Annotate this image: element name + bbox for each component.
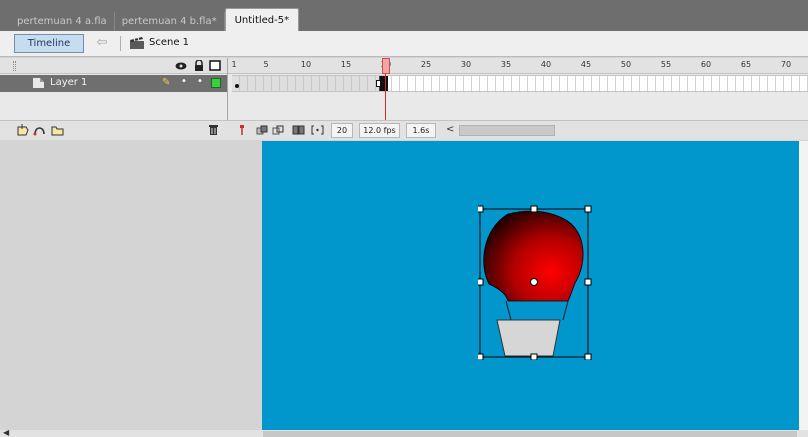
work-area: ◀ — [0, 141, 808, 437]
lock-dot-icon[interactable]: • — [197, 76, 203, 87]
edit-multiple-frames-icon[interactable] — [292, 124, 305, 136]
ruler-label: 55 — [660, 60, 672, 69]
onion-skin-outlines-icon[interactable] — [272, 124, 285, 136]
ruler-label: 50 — [620, 60, 632, 69]
layer-row-layer-1[interactable]: Layer 1 ✎ • • — [0, 75, 227, 92]
back-arrow-icon[interactable]: ⇦ — [93, 35, 111, 52]
scene-label[interactable]: Scene 1 — [149, 37, 189, 48]
center-frame-icon[interactable] — [236, 124, 249, 136]
horizontal-scroll-thumb[interactable] — [263, 431, 797, 437]
layer-name: Layer 1 — [50, 77, 88, 88]
frame-rate-field[interactable]: 12.0 fps — [359, 123, 400, 138]
edit-bar-separator — [120, 36, 121, 51]
tab-pertemuan-4-a[interactable]: pertemuan 4 a.fla — [10, 12, 115, 31]
ruler-label: 65 — [740, 60, 752, 69]
trash-icon[interactable] — [207, 124, 220, 136]
document-tab-bar: pertemuan 4 a.fla pertemuan 4 b.fla* Unt… — [10, 8, 300, 31]
current-frame-field[interactable]: 20 — [331, 123, 353, 138]
edit-bar: Timeline ⇦ Scene 1 — [0, 31, 808, 57]
ruler-label: 40 — [540, 60, 552, 69]
balloon-ropes — [505, 300, 569, 321]
outline-icon[interactable] — [209, 60, 221, 71]
timeline-button[interactable]: Timeline — [14, 34, 84, 53]
ruler-label: 25 — [420, 60, 432, 69]
show-hide-eye-icon[interactable] — [175, 60, 187, 71]
ruler-label: 5 — [263, 60, 269, 69]
clapperboard-icon — [130, 37, 144, 49]
lock-icon[interactable] — [193, 60, 205, 71]
horizontal-scrollbar[interactable]: ◀ — [0, 428, 808, 437]
timeline-horizontal-scrollbar[interactable] — [459, 125, 555, 136]
timeline-footer: 20 12.0 fps 1.6s < — [0, 120, 808, 140]
hot-air-balloon-selection[interactable] — [478, 205, 592, 360]
pencil-icon: ✎ — [162, 77, 171, 88]
visibility-dot-icon[interactable]: • — [181, 76, 187, 87]
playhead-line — [385, 74, 386, 120]
new-folder-icon[interactable] — [51, 124, 64, 136]
ruler-label: 15 — [340, 60, 352, 69]
layer-outline-color-swatch[interactable] — [211, 78, 221, 88]
elapsed-time-field: 1.6s — [406, 123, 436, 138]
ruler-label: 35 — [500, 60, 512, 69]
motion-guide-icon[interactable] — [33, 124, 46, 136]
scroll-left-icon[interactable]: ◀ — [3, 428, 9, 437]
timeline-panel: 1 5 10 15 20 25 30 35 40 45 50 55 60 65 … — [0, 58, 808, 140]
frame-span[interactable] — [232, 76, 380, 91]
keyframe-icon[interactable] — [235, 84, 239, 88]
panel-grip[interactable] — [13, 61, 16, 71]
flash-workspace: pertemuan 4 a.fla pertemuan 4 b.fla* Unt… — [0, 0, 808, 437]
tab-untitled-5[interactable]: Untitled-5* — [224, 8, 300, 31]
ruler-label: 10 — [300, 60, 312, 69]
onion-skin-icon[interactable] — [256, 124, 269, 136]
transform-point-icon[interactable] — [530, 278, 538, 286]
balloon-basket[interactable] — [496, 319, 561, 357]
tab-pertemuan-4-b[interactable]: pertemuan 4 b.fla* — [115, 12, 225, 31]
ruler-label: 45 — [580, 60, 592, 69]
modify-markers-icon[interactable] — [311, 124, 324, 136]
selected-frame[interactable] — [380, 76, 388, 91]
ruler-label: 60 — [700, 60, 712, 69]
balloon-envelope[interactable] — [483, 210, 584, 302]
layer-1-frames[interactable] — [232, 75, 808, 92]
frame-ruler[interactable]: 1 5 10 15 20 25 30 35 40 45 50 55 60 65 … — [231, 58, 808, 74]
scroll-left-arrow-icon[interactable]: < — [446, 124, 454, 135]
document-tab-strip: pertemuan 4 a.fla pertemuan 4 b.fla* Unt… — [0, 0, 808, 31]
vertical-scrollbar[interactable] — [799, 141, 808, 430]
layer-page-icon — [33, 78, 44, 88]
ruler-label: 30 — [460, 60, 472, 69]
timeline-header: 1 5 10 15 20 25 30 35 40 45 50 55 60 65 … — [0, 58, 808, 74]
new-layer-icon[interactable] — [16, 124, 29, 136]
ruler-label: 70 — [780, 60, 792, 69]
ruler-label: 1 — [231, 60, 237, 69]
playhead-marker[interactable] — [382, 58, 390, 74]
